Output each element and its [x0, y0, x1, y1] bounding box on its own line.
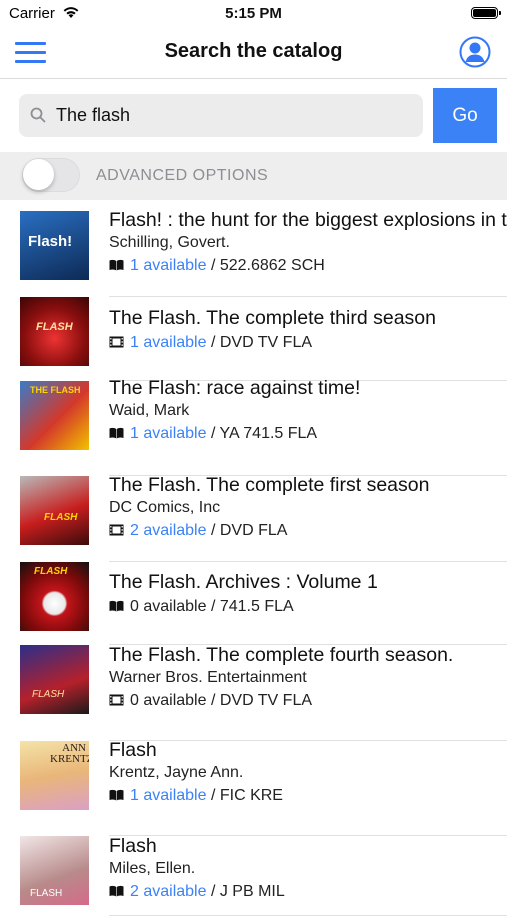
search-icon — [30, 107, 46, 128]
availability-link[interactable]: 1 available — [130, 425, 207, 442]
clock: 5:15 PM — [225, 5, 282, 22]
result-row[interactable]: FLASH The Flash. The complete first seaso… — [0, 474, 507, 562]
result-author: Waid, Mark — [109, 402, 190, 419]
cover-text: Flash! — [28, 233, 73, 250]
call-number: DVD TV FLA — [219, 334, 313, 351]
result-row[interactable]: FLASH The Flash. Archives : Volume 1 0 ava… — [0, 562, 507, 645]
book-icon — [109, 787, 124, 807]
availability-line: 0 available / DVD TV FLA — [109, 691, 507, 712]
result-title: The Flash. The complete third season — [109, 307, 436, 329]
cover-thumbnail: FLASH — [20, 562, 89, 631]
result-author: Warner Bros. Entertainment — [109, 669, 307, 686]
availability-line: 2 available / DVD FLA — [109, 521, 507, 542]
call-number: 522.6862 SCH — [219, 257, 325, 274]
separator: / — [206, 425, 220, 442]
availability-line: 1 available / DVD TV FLA — [109, 333, 507, 354]
book-icon — [109, 883, 124, 903]
result-author: Miles, Ellen. — [109, 860, 196, 877]
separator: / — [206, 692, 220, 709]
cover-text: FLASH — [44, 512, 78, 523]
call-number: DVD FLA — [219, 522, 288, 539]
dvd-icon — [109, 522, 124, 542]
user-profile-icon[interactable] — [459, 36, 491, 68]
availability-link[interactable]: 2 available — [130, 522, 207, 539]
cover-thumbnail: FLASH — [20, 476, 89, 545]
result-title: Flash — [109, 835, 157, 857]
dvd-icon — [109, 334, 124, 354]
cover-text: FLASH — [36, 321, 73, 333]
call-number: J PB MIL — [219, 883, 285, 900]
result-row[interactable]: Flash! Flash! : the hunt for the biggest … — [0, 209, 507, 297]
book-icon — [109, 425, 124, 445]
go-button[interactable]: Go — [433, 88, 497, 143]
cover-thumbnail: Flash! — [20, 211, 89, 280]
search-box[interactable] — [19, 94, 423, 137]
call-number: FIC KRE — [219, 787, 283, 804]
call-number: DVD TV FLA — [219, 692, 313, 709]
result-title: The Flash. The complete fourth season. — [109, 644, 454, 666]
availability-line: 1 available / FIC KRE — [109, 786, 507, 807]
separator: / — [206, 334, 220, 351]
result-row[interactable]: ANN KRENTZ Flash Krentz, Jayne Ann. 1 avail… — [0, 739, 507, 836]
result-title: Flash — [109, 739, 157, 761]
availability-line: 1 available / 522.6862 SCH — [109, 256, 507, 277]
search-input[interactable] — [56, 94, 416, 137]
advanced-options-row: ADVANCED OPTIONS — [0, 152, 507, 200]
result-title: The Flash: race against time! — [109, 377, 361, 399]
separator: / — [206, 598, 220, 615]
cover-text: FLASH — [30, 888, 63, 899]
result-author: DC Comics, Inc — [109, 499, 221, 516]
availability-link[interactable]: 1 available — [130, 257, 207, 274]
book-icon — [109, 257, 124, 277]
cover-text: FLASH — [34, 566, 68, 577]
dvd-icon — [109, 692, 124, 712]
result-row[interactable]: FLASH Flash Miles, Ellen. 2 available / J P… — [0, 835, 507, 916]
result-title: The Flash. The complete first season — [109, 474, 430, 496]
availability-line: 1 available / YA 741.5 FLA — [109, 424, 507, 445]
availability-link[interactable]: 2 available — [130, 883, 207, 900]
availability-count: 0 available — [130, 598, 207, 615]
search-row: Go — [0, 79, 507, 152]
result-row[interactable]: THE FLASH The Flash: race against time! Wa… — [0, 377, 507, 476]
call-number: YA 741.5 FLA — [219, 425, 318, 442]
advanced-options-toggle[interactable] — [22, 158, 80, 192]
availability-line: 0 available / 741.5 FLA — [109, 597, 507, 618]
cover-thumbnail: THE FLASH — [20, 381, 89, 450]
result-author: Schilling, Govert. — [109, 234, 230, 251]
cover-thumbnail: FLASH — [20, 645, 89, 714]
advanced-options-label: ADVANCED OPTIONS — [96, 167, 269, 184]
page-title: Search the catalog — [164, 40, 343, 62]
result-author: Krentz, Jayne Ann. — [109, 764, 244, 781]
cover-thumbnail: FLASH — [20, 297, 89, 366]
result-row[interactable]: FLASH The Flash. The complete third seaso… — [0, 297, 507, 381]
cover-thumbnail: ANN KRENTZ — [20, 741, 89, 810]
cover-text: FLASH — [32, 689, 65, 700]
navigation-bar: Search the catalog — [0, 28, 507, 79]
status-bar: Carrier 5:15 PM — [0, 0, 507, 28]
separator: / — [206, 883, 220, 900]
result-title: The Flash. Archives : Volume 1 — [109, 571, 378, 593]
cover-thumbnail: FLASH — [20, 836, 89, 905]
book-icon — [109, 598, 124, 618]
battery-icon — [471, 7, 501, 19]
cover-text: ANN KRENTZ — [50, 742, 89, 765]
call-number: 741.5 FLA — [219, 598, 294, 615]
availability-count: 0 available — [130, 692, 207, 709]
availability-link[interactable]: 1 available — [130, 334, 207, 351]
separator: / — [206, 522, 220, 539]
cover-text: THE FLASH — [30, 385, 81, 395]
separator: / — [206, 257, 220, 274]
availability-link[interactable]: 1 available — [130, 787, 207, 804]
result-title: Flash! : the hunt for the biggest explos… — [109, 209, 507, 231]
separator: / — [206, 787, 220, 804]
result-row[interactable]: FLASH The Flash. The complete fourth seas… — [0, 644, 507, 741]
